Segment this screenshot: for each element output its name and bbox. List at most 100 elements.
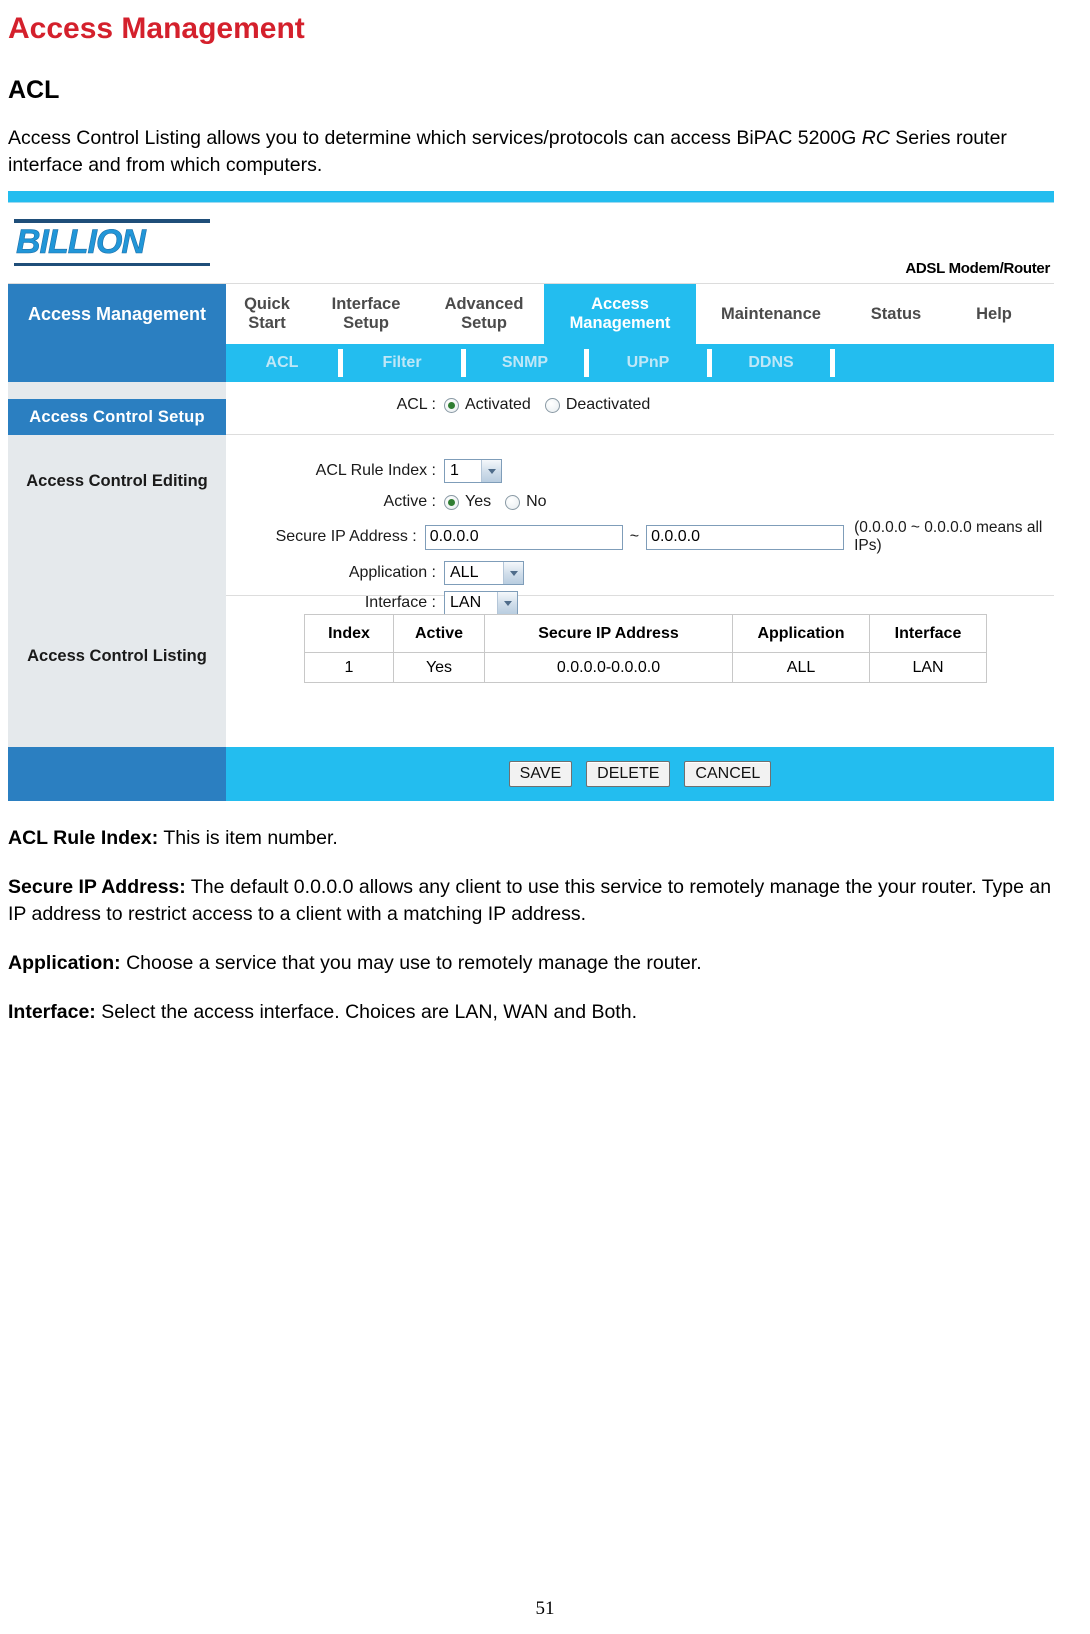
intro-text-italic: RC: [861, 127, 890, 149]
document-body: Access Management ACL Access Control Lis…: [0, 0, 1090, 1026]
subnav-tab-acl[interactable]: ACL: [226, 344, 338, 382]
nav-tab-access-management[interactable]: Access Management: [544, 284, 696, 344]
description-acl-rule-index: ACL Rule Index: This is item number.: [8, 825, 1072, 852]
ui-footer: SAVE DELETE CANCEL: [8, 747, 1054, 801]
input-secure-ip-end[interactable]: 0.0.0.0: [646, 524, 845, 550]
description-term: ACL Rule Index:: [8, 827, 159, 849]
acl-label: ACL :: [396, 396, 436, 413]
table-header-index: Index: [304, 614, 394, 653]
table-header-application: Application: [732, 614, 870, 653]
radio-label-acl-deactivated: Deactivated: [565, 396, 651, 413]
chevron-down-icon: [481, 460, 501, 482]
input-secure-ip-start[interactable]: 0.0.0.0: [424, 524, 623, 550]
sub-navigation: ACL Filter SNMP UPnP DDNS: [8, 344, 1054, 382]
table-cell-active: Yes: [393, 652, 485, 683]
description-term: Secure IP Address:: [8, 876, 186, 898]
table-cell-index: 1: [304, 652, 394, 683]
description-text: Choose a service that you may use to rem…: [120, 952, 702, 974]
intro-text-part1: Access Control Listing allows you to det…: [8, 127, 862, 149]
footer-left-filler: [8, 747, 226, 801]
ui-body: Access Control Setup Access Control Edit…: [8, 382, 1054, 747]
cancel-button[interactable]: CANCEL: [684, 761, 772, 787]
section-acl-toggle: ACL : Activated Deactivated: [226, 382, 1054, 435]
radio-active-yes[interactable]: [444, 494, 459, 510]
subnav-divider: [830, 349, 835, 377]
ui-top-accent-bar: [8, 191, 1054, 203]
subnav-items: ACL Filter SNMP UPnP DDNS: [226, 344, 1054, 382]
active-label: Active :: [383, 493, 436, 510]
table-cell-interface: LAN: [869, 652, 987, 683]
table-row[interactable]: 1 Yes 0.0.0.0-0.0.0.0 ALL LAN: [304, 652, 987, 683]
description-text: Select the access interface. Choices are…: [95, 1001, 637, 1023]
select-acl-rule-index[interactable]: 1: [444, 459, 502, 483]
table-header-interface: Interface: [869, 614, 987, 653]
chevron-down-icon: [503, 562, 523, 584]
subnav-tab-snmp[interactable]: SNMP: [466, 344, 584, 382]
nav-tab-interface-setup[interactable]: Interface Setup: [308, 284, 424, 344]
delete-button[interactable]: DELETE: [586, 761, 671, 787]
table-cell-secure-ip-address: 0.0.0.0-0.0.0.0: [484, 652, 733, 683]
secure-ip-label: Secure IP Address :: [275, 528, 417, 545]
description-term: Application:: [8, 952, 121, 974]
main-navigation: Access Management Quick Start Interface …: [8, 284, 1054, 344]
radio-active-no[interactable]: [505, 494, 521, 510]
ui-header: BILLION ADSL Modem/Router: [8, 203, 1054, 284]
subnav-tab-filter[interactable]: Filter: [343, 344, 461, 382]
footer-actions: SAVE DELETE CANCEL: [226, 747, 1054, 801]
sidebar-label-access-control-listing: Access Control Listing: [27, 647, 207, 665]
nav-items: Quick Start Interface Setup Advanced Set…: [226, 284, 1054, 344]
nav-tab-advanced-setup[interactable]: Advanced Setup: [424, 284, 544, 344]
description-text: This is item number.: [158, 827, 338, 849]
radio-label-acl-activated: Activated: [465, 396, 531, 413]
subnav-tab-ddns[interactable]: DDNS: [712, 344, 830, 382]
ui-sidebar: Access Control Setup Access Control Edit…: [8, 382, 226, 747]
nav-tab-maintenance[interactable]: Maintenance: [696, 284, 846, 344]
page-title: Access Management: [8, 12, 305, 45]
radio-label-active-no: No: [526, 493, 547, 510]
section-access-control-editing: ACL Rule Index : 1 Active : Yes No Secur…: [226, 435, 1054, 615]
subnav-tab-upnp[interactable]: UPnP: [589, 344, 707, 382]
access-control-listing-table: Index Active Secure IP Address Applicati…: [304, 614, 987, 683]
subnav-left-filler: [8, 344, 226, 382]
table-header-secure-ip-address: Secure IP Address: [484, 614, 733, 653]
table-header-active: Active: [393, 614, 485, 653]
ip-range-separator: ~: [629, 528, 640, 545]
secure-ip-hint: (0.0.0.0 ~ 0.0.0.0 means all IPs): [854, 519, 1043, 554]
sidebar-label-access-control-editing: Access Control Editing: [26, 472, 208, 490]
nav-brand-panel: Access Management: [8, 284, 226, 344]
interface-label: Interface :: [364, 594, 436, 611]
product-model-label: ADSL Modem/Router: [905, 260, 1050, 277]
select-interface-value: LAN: [450, 594, 482, 611]
radio-acl-activated[interactable]: [444, 397, 459, 413]
router-ui-screenshot: BILLION ADSL Modem/Router Access Managem…: [8, 191, 1054, 801]
page-number: 51: [535, 1598, 555, 1619]
nav-tab-help[interactable]: Help: [946, 284, 1042, 344]
radio-acl-deactivated[interactable]: [544, 397, 560, 413]
nav-tab-quick-start[interactable]: Quick Start: [226, 284, 308, 344]
section-heading: ACL: [8, 76, 60, 104]
logo-wordmark: BILLION: [16, 223, 147, 261]
rule-index-label: ACL Rule Index :: [315, 462, 436, 479]
application-label: Application :: [348, 564, 436, 581]
logo-bottom-rule: [14, 263, 210, 266]
select-application-value: ALL: [450, 564, 479, 581]
chevron-down-icon: [497, 592, 517, 614]
document-page: Access Management ACL Access Control Lis…: [0, 0, 1090, 1634]
description-term: Interface:: [8, 1001, 96, 1023]
billion-logo: BILLION: [14, 219, 210, 266]
nav-filler: [1042, 284, 1054, 344]
description-application: Application: Choose a service that you m…: [8, 950, 1072, 977]
table-header-row: Index Active Secure IP Address Applicati…: [304, 614, 987, 653]
radio-label-active-yes: Yes: [465, 493, 492, 510]
description-interface: Interface: Select the access interface. …: [8, 999, 1072, 1026]
table-cell-application: ALL: [732, 652, 870, 683]
ui-content: ACL : Activated Deactivated ACL Rule Ind…: [226, 382, 1054, 747]
section-access-control-listing: Index Active Secure IP Address Applicati…: [226, 614, 1054, 747]
select-acl-rule-index-value: 1: [450, 462, 459, 479]
description-secure-ip-address: Secure IP Address: The default 0.0.0.0 a…: [8, 874, 1072, 928]
save-button[interactable]: SAVE: [508, 761, 573, 787]
select-application[interactable]: ALL: [444, 561, 524, 585]
nav-tab-status[interactable]: Status: [846, 284, 946, 344]
select-interface[interactable]: LAN: [444, 591, 518, 615]
intro-paragraph: Access Control Listing allows you to det…: [8, 125, 1072, 179]
